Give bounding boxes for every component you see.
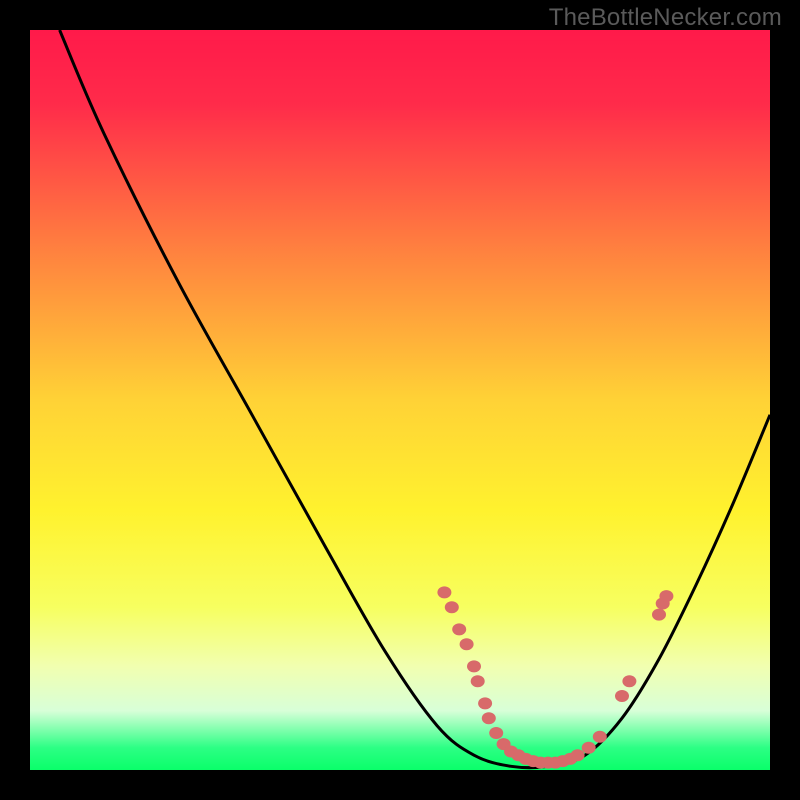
watermark-text: TheBottleNecker.com — [549, 4, 782, 32]
gradient-background — [30, 30, 770, 770]
plot-area — [30, 30, 770, 770]
